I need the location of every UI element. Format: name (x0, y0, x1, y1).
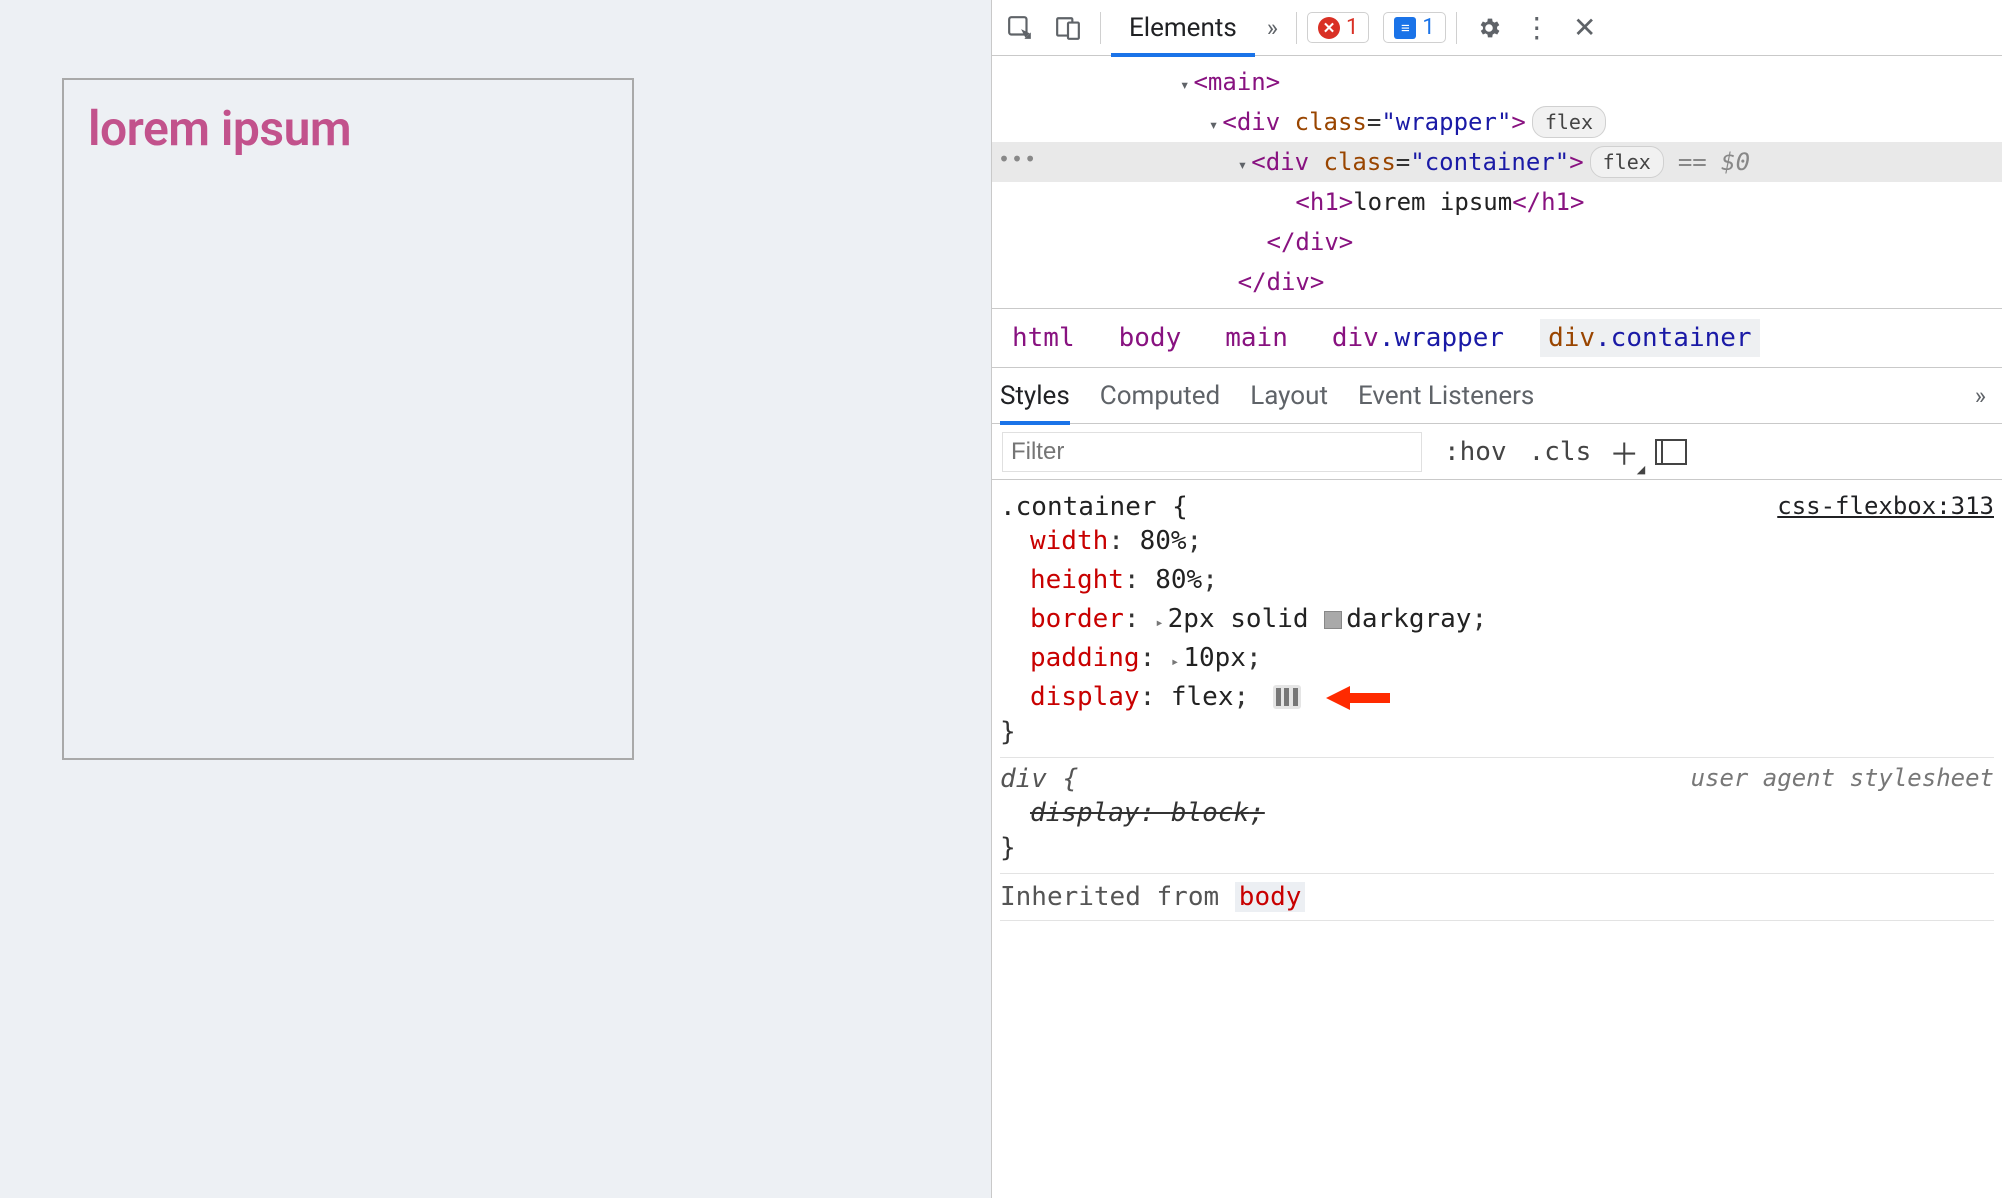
gear-icon[interactable] (1467, 6, 1511, 50)
flex-badge[interactable]: flex (1590, 146, 1664, 178)
messages-badge[interactable]: ≡ 1 (1383, 12, 1445, 43)
filter-input[interactable] (1002, 432, 1422, 472)
errors-count: 1 (1346, 15, 1358, 40)
crumb-body[interactable]: body (1111, 319, 1190, 357)
inherited-selector[interactable]: body (1235, 882, 1306, 912)
toggle-sidebar-icon[interactable] (1655, 439, 1687, 465)
color-swatch[interactable] (1324, 611, 1342, 629)
rule-container[interactable]: .container { css-flexbox:313 width: 80%;… (1000, 486, 1994, 758)
rendered-page: lorem ipsum (0, 0, 991, 1198)
hov-toggle[interactable]: :hov (1444, 437, 1507, 467)
styles-filter-bar: :hov .cls ＋ ◢ (992, 424, 2002, 480)
cls-toggle[interactable]: .cls (1529, 437, 1592, 467)
devtools-panel: Elements » ✕ 1 ≡ 1 ⋮ ✕ <<main>main> <div… (991, 0, 2002, 1198)
tabs-overflow-icon[interactable]: » (1259, 14, 1286, 42)
errors-badge[interactable]: ✕ 1 (1307, 12, 1369, 43)
subtab-computed[interactable]: Computed (1100, 368, 1220, 424)
rule-selector[interactable]: div { (1000, 764, 1078, 794)
dom-close-wrapper[interactable]: </div> (992, 262, 2002, 302)
rule-source-link[interactable]: css-flexbox:313 (1777, 492, 1994, 520)
close-icon[interactable]: ✕ (1563, 6, 1607, 50)
styles-pane[interactable]: .container { css-flexbox:313 width: 80%;… (992, 480, 2002, 1198)
separator (1100, 12, 1101, 44)
dom-close-container[interactable]: </div> (992, 222, 2002, 262)
new-rule-button[interactable]: ＋ ◢ (1609, 430, 1639, 474)
subtab-event-listeners[interactable]: Event Listeners (1358, 368, 1534, 424)
decl-display-flex[interactable]: display: flex; (1030, 678, 1994, 717)
crumb-main[interactable]: main (1217, 319, 1296, 357)
subtabs-overflow-icon[interactable]: » (1975, 382, 1994, 410)
crumb-wrapper[interactable]: div.wrapper (1324, 319, 1512, 357)
rule-source-ua: user agent stylesheet (1691, 764, 1994, 792)
rule-close-brace: } (1000, 717, 1994, 747)
devtools-tabbar: Elements » ✕ 1 ≡ 1 ⋮ ✕ (992, 0, 2002, 56)
console-ref: == $0 (1678, 148, 1750, 176)
decl-width[interactable]: width: 80%; (1030, 522, 1994, 561)
decl-height[interactable]: height: 80%; (1030, 561, 1994, 600)
crumb-html[interactable]: html (1004, 319, 1083, 357)
expand-shorthand-icon[interactable]: ▸ (1171, 652, 1179, 673)
dom-tree[interactable]: <<main>main> <div class="wrapper">flex •… (992, 56, 2002, 308)
rule-close-brace: } (1000, 833, 1994, 863)
dom-node-h1[interactable]: <h1>lorem ipsum</h1> (992, 182, 2002, 222)
expand-shorthand-icon[interactable]: ▸ (1155, 613, 1163, 634)
decl-border[interactable]: border: ▸2px solid darkgray; (1030, 600, 1994, 639)
decl-display-block[interactable]: display: block; (1030, 794, 1994, 833)
crumb-container[interactable]: div.container (1540, 319, 1760, 357)
plus-icon: ＋ (1609, 438, 1639, 473)
messages-count: 1 (1422, 15, 1434, 40)
flex-badge[interactable]: flex (1532, 106, 1606, 138)
container-element[interactable]: lorem ipsum (62, 78, 634, 760)
separator (1456, 12, 1457, 44)
dom-node-container[interactable]: ••• <div class="container">flex== $0 (992, 142, 2002, 182)
rule-selector[interactable]: .container { (1000, 492, 1188, 522)
decl-padding[interactable]: padding: ▸10px; (1030, 639, 1994, 678)
kebab-icon[interactable]: ⋮ (1515, 6, 1559, 50)
device-toolbar-icon[interactable] (1046, 6, 1090, 50)
message-icon: ≡ (1394, 17, 1416, 39)
error-icon: ✕ (1318, 17, 1340, 39)
subtab-styles[interactable]: Styles (1000, 368, 1070, 424)
dom-node-wrapper[interactable]: <div class="wrapper">flex (992, 102, 2002, 142)
inspect-icon[interactable] (998, 6, 1042, 50)
styles-subtabs: Styles Computed Layout Event Listeners » (992, 368, 2002, 424)
inherited-from-body[interactable]: Inherited from body (1000, 874, 1994, 921)
triangle-icon: ◢ (1637, 463, 1645, 476)
separator (1296, 12, 1297, 44)
rule-div-ua[interactable]: div { user agent stylesheet display: blo… (1000, 758, 1994, 874)
annotation-arrow-icon (1326, 683, 1390, 713)
flexbox-editor-icon[interactable] (1273, 685, 1301, 709)
breadcrumb: html body main div.wrapper div.container (992, 308, 2002, 368)
inherited-label: Inherited from (1000, 882, 1219, 912)
subtab-layout[interactable]: Layout (1250, 368, 1328, 424)
tab-elements[interactable]: Elements (1111, 0, 1255, 56)
dom-node-main[interactable]: <<main>main> (992, 62, 2002, 102)
page-heading: lorem ipsum (88, 100, 351, 748)
ellipsis-icon: ••• (998, 144, 1037, 174)
